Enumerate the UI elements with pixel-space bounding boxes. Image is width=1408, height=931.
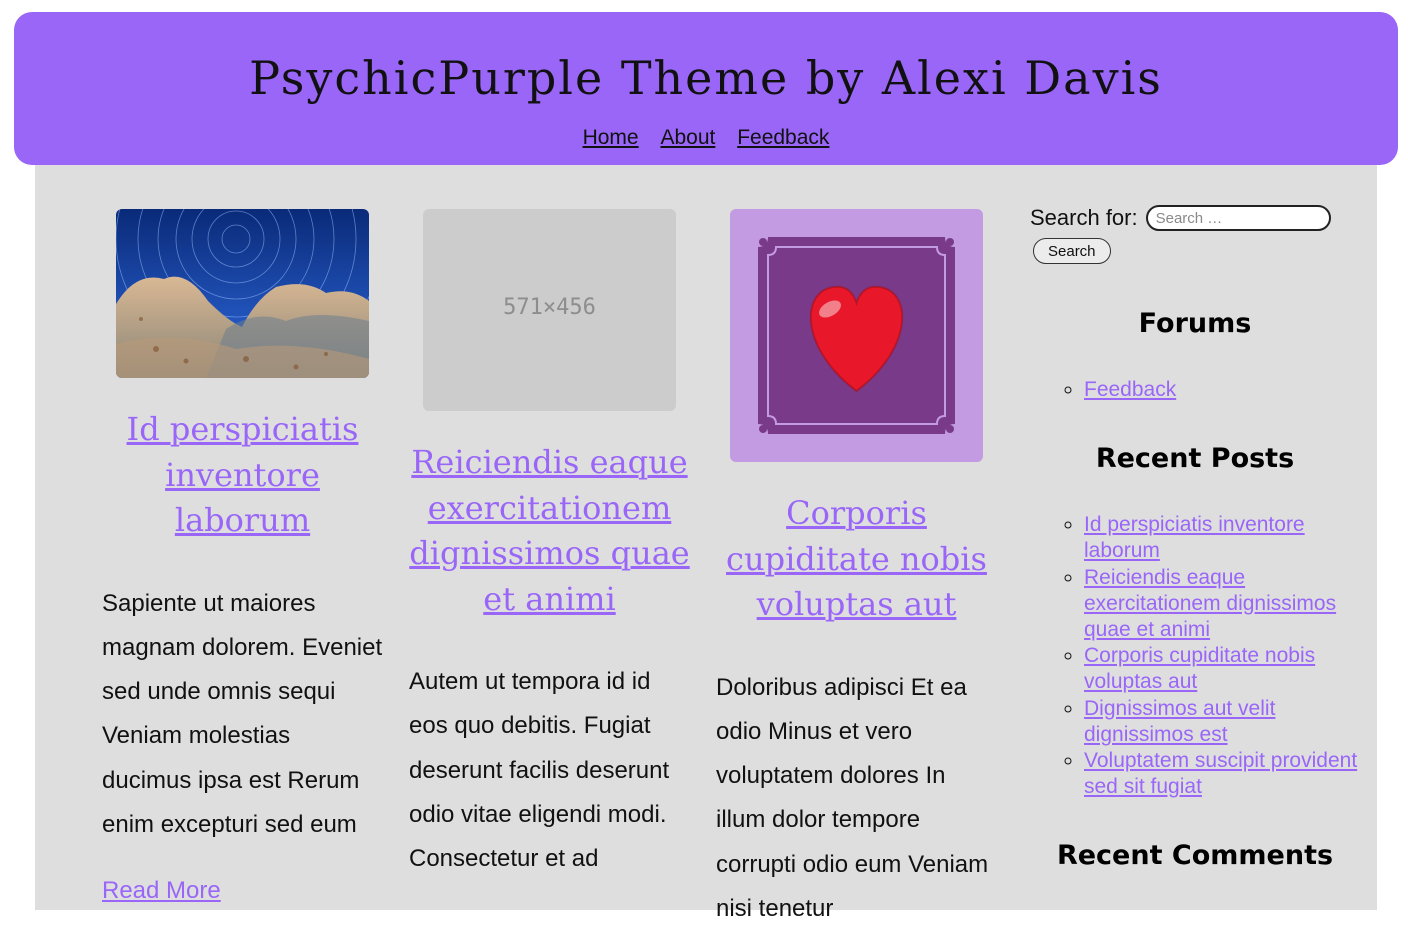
- search-form: Search for:: [1030, 205, 1360, 231]
- read-more-link[interactable]: Read More: [102, 877, 221, 905]
- site-title: PsychicPurple Theme by Alexi Davis: [14, 12, 1398, 106]
- list-item: Id perspiciatis inventore laborum: [1084, 512, 1360, 564]
- post-card: Id perspiciatis inventore laborum Sapien…: [102, 209, 383, 905]
- recent-posts-widget-title: Recent Posts: [1030, 443, 1360, 474]
- post-excerpt: Sapiente ut maiores magnam dolorem. Even…: [102, 582, 383, 848]
- post-thumbnail[interactable]: 571×456: [423, 209, 676, 411]
- forums-list: Feedback: [1030, 377, 1360, 403]
- post-excerpt: Autem ut tempora id id eos quo debitis. …: [409, 660, 690, 881]
- post-title: Reiciendis eaque exercitationem dignissi…: [409, 440, 690, 622]
- recent-post-link[interactable]: Reiciendis eaque exercitationem dignissi…: [1084, 566, 1336, 641]
- recent-post-link[interactable]: Dignissimos aut velit dignissimos est: [1084, 697, 1275, 746]
- search-label: Search for:: [1030, 205, 1138, 231]
- post-excerpt: Doloribus adipisci Et ea odio Minus et v…: [716, 666, 997, 931]
- post-thumbnail[interactable]: [116, 209, 369, 378]
- recent-post-link[interactable]: Id perspiciatis inventore laborum: [1084, 513, 1305, 562]
- nav-home-link[interactable]: Home: [583, 126, 639, 149]
- post-title-link[interactable]: Id perspiciatis inventore laborum: [127, 410, 359, 539]
- nav-feedback-link[interactable]: Feedback: [737, 126, 829, 149]
- search-button[interactable]: Search: [1033, 238, 1111, 264]
- forums-widget-title: Forums: [1030, 308, 1360, 339]
- site-header: PsychicPurple Theme by Alexi Davis Home …: [14, 12, 1398, 165]
- nav-about-link[interactable]: About: [660, 126, 715, 149]
- placeholder-dimensions-label: 571×456: [423, 295, 676, 320]
- main-nav: Home About Feedback: [14, 126, 1398, 150]
- list-item: Voluptatem suscipit provident sed sit fu…: [1084, 748, 1360, 800]
- forum-link-feedback[interactable]: Feedback: [1084, 378, 1176, 401]
- post-title-link[interactable]: Corporis cupiditate nobis voluptas aut: [726, 494, 987, 623]
- list-item: Reiciendis eaque exercitationem dignissi…: [1084, 565, 1360, 644]
- recent-comments-widget-title: Recent Comments: [1030, 840, 1360, 871]
- recent-post-link[interactable]: Voluptatem suscipit provident sed sit fu…: [1084, 749, 1357, 798]
- post-title: Id perspiciatis inventore laborum: [102, 407, 383, 544]
- list-item: Feedback: [1084, 377, 1360, 403]
- list-item: Dignissimos aut velit dignissimos est: [1084, 696, 1360, 748]
- content-area: Id perspiciatis inventore laborum Sapien…: [35, 150, 1377, 910]
- recent-post-link[interactable]: Corporis cupiditate nobis voluptas aut: [1084, 644, 1315, 693]
- recent-posts-list: Id perspiciatis inventore laborum Reicie…: [1030, 512, 1360, 800]
- list-item: Corporis cupiditate nobis voluptas aut: [1084, 643, 1360, 695]
- post-title: Corporis cupiditate nobis voluptas aut: [716, 491, 997, 628]
- post-title-link[interactable]: Reiciendis eaque exercitationem dignissi…: [409, 443, 689, 618]
- post-card: Corporis cupiditate nobis voluptas aut D…: [716, 209, 997, 931]
- sidebar: Search for: Search Forums Feedback Recen…: [1030, 205, 1360, 871]
- post-card: 571×456 Reiciendis eaque exercitationem …: [409, 209, 690, 881]
- post-thumbnail[interactable]: [730, 209, 983, 462]
- search-input[interactable]: [1146, 205, 1331, 231]
